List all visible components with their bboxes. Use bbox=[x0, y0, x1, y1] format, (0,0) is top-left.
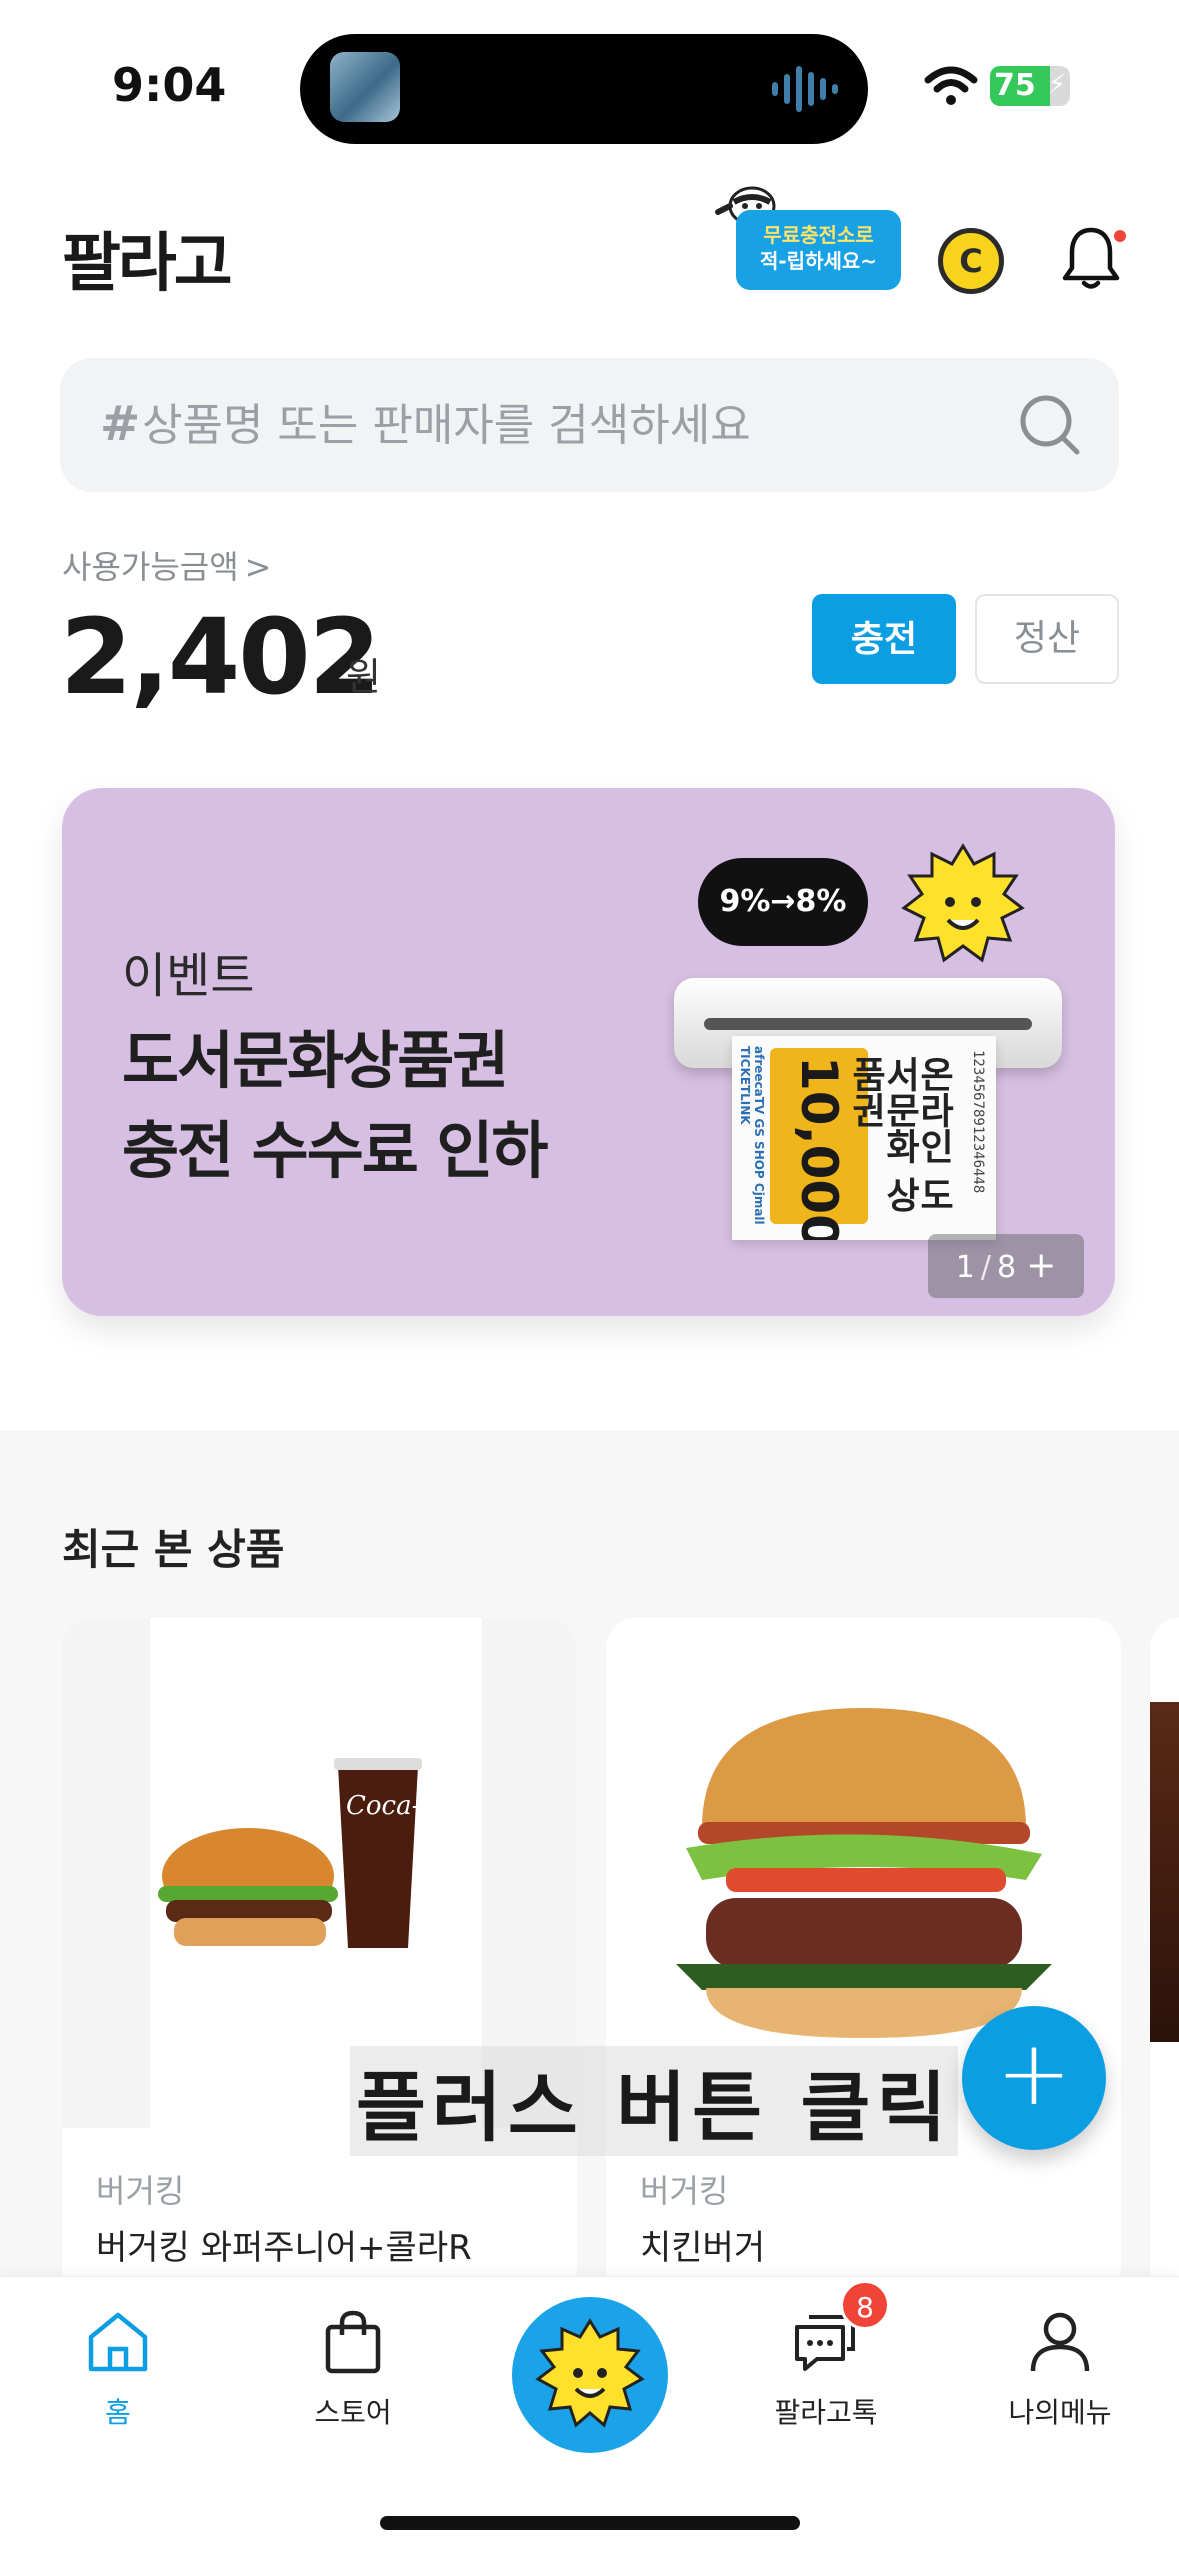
hash-symbol: # bbox=[100, 396, 141, 452]
event-banner[interactable]: 이벤트 도서문화상품권 충전 수수료 인하 9%→8% afreecaTV GS… bbox=[62, 788, 1115, 1316]
promo-line2: 적-립하세요~ bbox=[759, 249, 878, 273]
bell-icon[interactable] bbox=[1060, 224, 1122, 292]
svg-text:Coca-Cola: Coca-Cola bbox=[346, 1791, 480, 1821]
pager-plus-icon: + bbox=[1026, 1245, 1057, 1286]
balance-amount: 2,402 bbox=[60, 596, 381, 718]
settle-button[interactable]: 정산 bbox=[975, 594, 1119, 684]
search-input[interactable] bbox=[142, 390, 1002, 460]
pager-total: 8 bbox=[996, 1250, 1017, 1285]
balance-label: 사용가능금액 bbox=[62, 548, 239, 586]
charge-button[interactable]: 충전 bbox=[812, 594, 956, 684]
search-icon[interactable] bbox=[1017, 392, 1083, 458]
dynamic-island bbox=[300, 34, 868, 144]
nav-item-my-menu[interactable]: 나의메뉴 bbox=[980, 2307, 1140, 2431]
home-icon bbox=[88, 2312, 148, 2372]
product-card[interactable]: Coca-Cola 버거킹 버거킹 와퍼주니어+콜라R bbox=[62, 1618, 577, 2298]
printer-slot bbox=[704, 1018, 1032, 1030]
nav-label: 스토어 bbox=[314, 2396, 392, 2429]
shopping-bag-icon bbox=[325, 2310, 381, 2374]
chevron-right-icon: > bbox=[244, 548, 272, 586]
balance-unit: 원 bbox=[346, 655, 381, 699]
chat-unread-badge: 8 bbox=[840, 2280, 890, 2330]
nav-label: 팔라고톡 bbox=[774, 2396, 878, 2429]
home-indicator bbox=[380, 2516, 800, 2530]
banner-title-line2: 충전 수수료 인하 bbox=[122, 1114, 548, 1187]
pager-separator: / bbox=[980, 1250, 991, 1285]
mascot-icon bbox=[901, 843, 1025, 963]
product-name: 버거킹 와퍼주니어+콜라R bbox=[96, 2228, 472, 2268]
recent-title: 최근 본 상품 bbox=[62, 1525, 285, 1574]
wifi-icon bbox=[924, 66, 978, 105]
voucher-code: 12345678912346448 bbox=[970, 1050, 986, 1194]
nav-item-home[interactable]: 홈 bbox=[38, 2307, 198, 2431]
search-bar[interactable]: # bbox=[60, 358, 1119, 492]
nav-label: 나의메뉴 bbox=[1008, 2396, 1112, 2429]
promo-line1: 무료충전소로 bbox=[763, 223, 874, 247]
banner-pager[interactable]: 1/8 + bbox=[928, 1234, 1084, 1298]
nav-item-chat[interactable]: 팔라고톡 bbox=[746, 2307, 906, 2431]
audio-wave-icon bbox=[772, 66, 838, 112]
product-image-strip bbox=[1150, 1702, 1179, 2042]
gift-voucher: afreecaTV GS SHOP Cjmall TICKETLINK 10,0… bbox=[732, 1036, 996, 1240]
product-name: 치킨버거 bbox=[640, 2228, 766, 2268]
coin-icon[interactable]: C bbox=[938, 228, 1004, 294]
banner-tag: 이벤트 bbox=[122, 948, 255, 1004]
product-card-partial[interactable] bbox=[1150, 1618, 1179, 2298]
free-charge-promo-bubble[interactable]: 무료충전소로 적-립하세요~ bbox=[736, 210, 901, 290]
mascot-icon bbox=[535, 2318, 645, 2428]
bottom-nav: 홈 스토어 팔라고톡 나의메뉴 bbox=[0, 2276, 1179, 2556]
person-icon bbox=[1030, 2312, 1090, 2372]
battery-indicator: 75 ⚡ bbox=[990, 66, 1070, 106]
plus-fab-button[interactable]: + bbox=[962, 2006, 1106, 2150]
tutorial-overlay-text: 플러스 버튼 클릭 bbox=[350, 2046, 959, 2156]
nav-item-center[interactable] bbox=[512, 2297, 668, 2453]
banner-title-line1: 도서문화상품권 bbox=[122, 1024, 509, 1097]
product-brand: 버거킹 bbox=[96, 2172, 185, 2210]
now-playing-artwork bbox=[330, 52, 400, 122]
nav-item-store[interactable]: 스토어 bbox=[273, 2307, 433, 2431]
status-time: 9:04 bbox=[112, 58, 227, 112]
voucher-title: 온라인 도서문화 상품권 bbox=[845, 1056, 954, 1213]
app-logo: 팔라고 bbox=[62, 227, 233, 301]
available-balance-link[interactable]: 사용가능금액 > bbox=[62, 542, 271, 588]
product-image bbox=[1150, 1618, 1179, 2128]
charging-bolt-icon: ⚡ bbox=[1047, 70, 1066, 100]
battery-level-text: 75 bbox=[994, 68, 1036, 103]
fee-speech-bubble: 9%→8% bbox=[698, 858, 868, 946]
voucher-brands: afreecaTV GS SHOP Cjmall TICKETLINK bbox=[738, 1046, 766, 1225]
product-card[interactable]: 버거킹 치킨버거 bbox=[606, 1618, 1121, 2298]
notification-dot bbox=[1114, 230, 1126, 242]
nav-label: 홈 bbox=[105, 2396, 131, 2429]
pager-current: 1 bbox=[955, 1250, 975, 1285]
product-brand: 버거킹 bbox=[640, 2172, 729, 2210]
